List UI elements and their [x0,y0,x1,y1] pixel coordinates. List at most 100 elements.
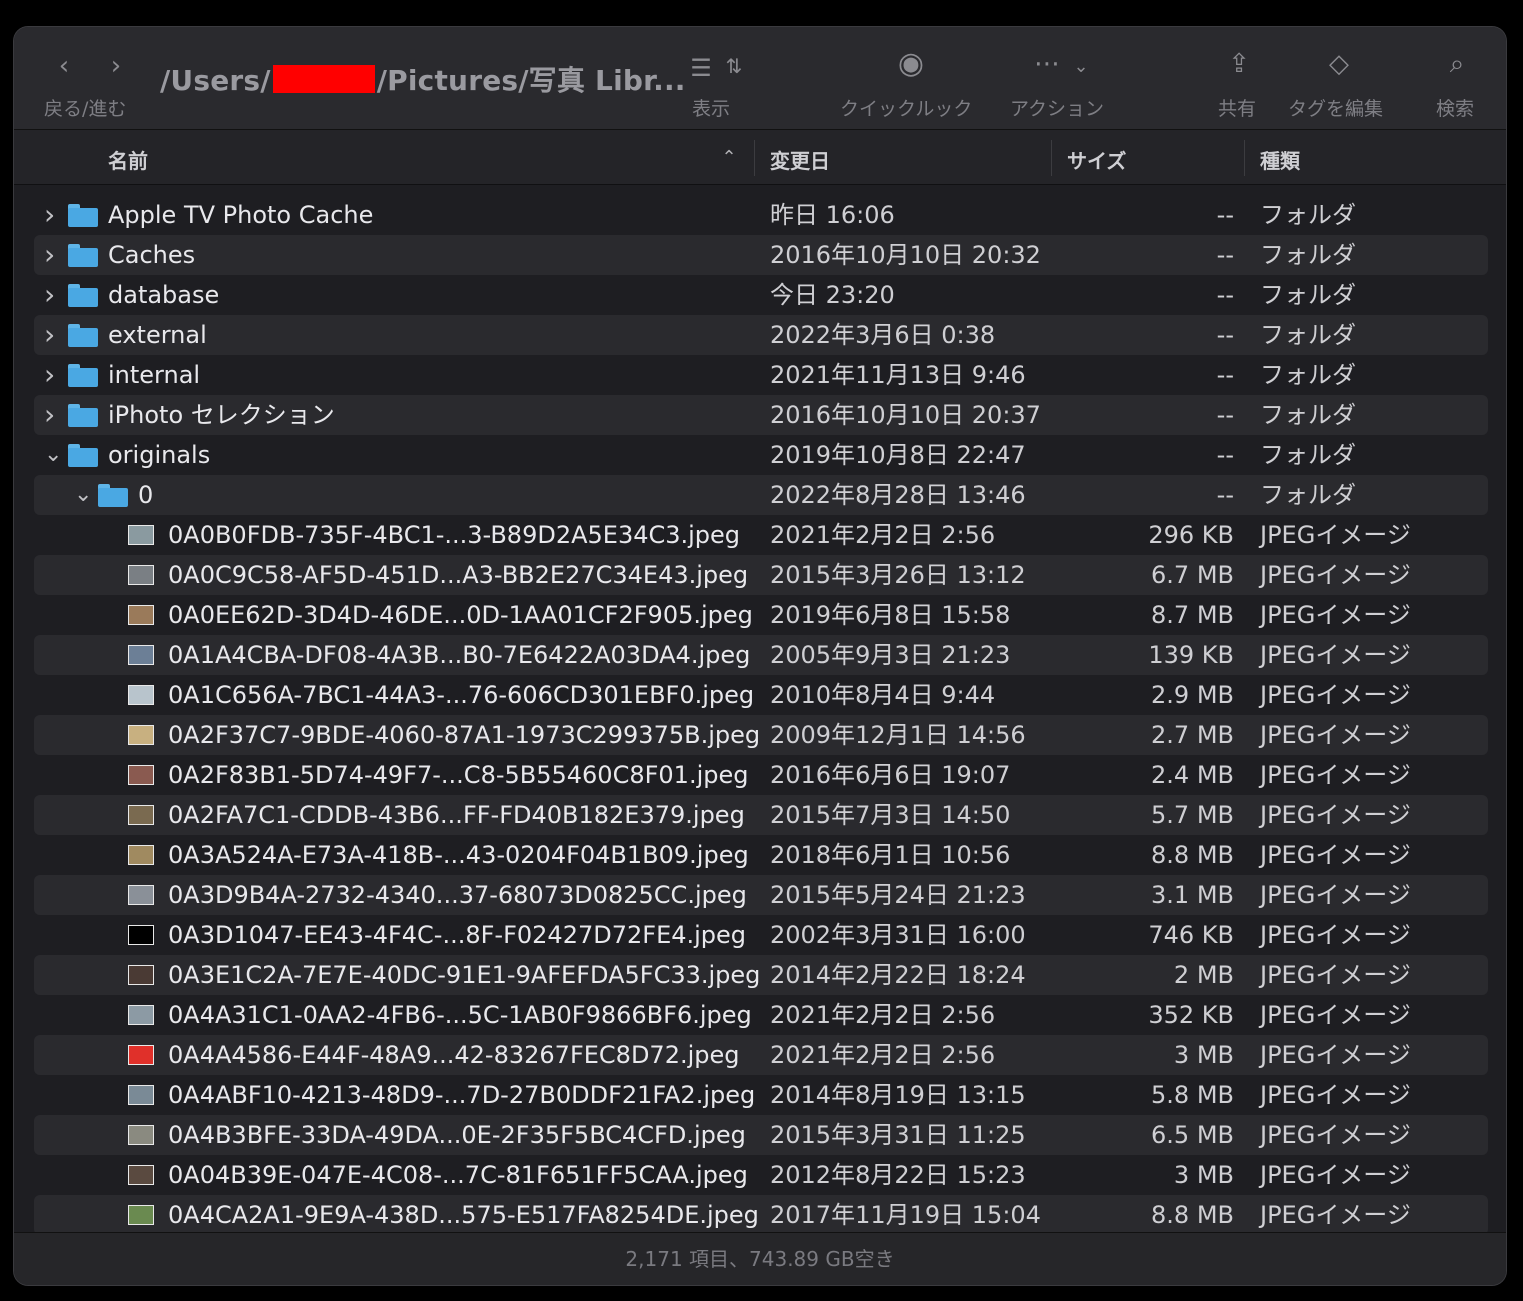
file-row[interactable]: 0A4A4586-E44F-48A9...42-83267FEC8D72.jpe… [34,1035,1488,1075]
item-name: 0A0EE62D-3D4D-46DE...0D-1AA01CF2F905.jpe… [168,601,753,629]
file-row[interactable]: 0A2FA7C1-CDDB-43B6...FF-FD40B182E379.jpe… [34,795,1488,835]
item-kind: JPEGイメージ [1260,681,1411,709]
search-icon[interactable]: ⌕ [1442,51,1472,77]
image-thumbnail-icon [128,605,154,625]
column-kind[interactable]: 種類 [1260,145,1300,174]
list-view-icon[interactable]: ☰ [684,55,718,81]
item-size: 3.1 MB [1151,881,1234,909]
file-row[interactable]: 0A3D9B4A-2732-4340...37-68073D0825CC.jpe… [34,875,1488,915]
folder-row[interactable]: › Caches 2016年10月10日 20:32 -- フォルダ [34,235,1488,275]
item-date: 2014年2月22日 18:24 [770,961,1026,989]
folder-icon [68,324,98,347]
item-name: 0A0C9C58-AF5D-451D...A3-BB2E27C34E43.jpe… [168,561,749,589]
file-row[interactable]: 0A4ABF10-4213-48D9-...7D-27B0DDF21FA2.jp… [34,1075,1488,1115]
file-row[interactable]: 0A3A524A-E73A-418B-...43-0204F04B1B09.jp… [34,835,1488,875]
item-kind: JPEGイメージ [1260,521,1411,549]
column-name[interactable]: 名前 [108,145,148,174]
file-row[interactable]: 0A04B39E-047E-4C08-...7C-81F651FF5CAA.jp… [34,1155,1488,1195]
disclosure-chevron-right-icon[interactable]: › [44,315,55,355]
file-row[interactable]: 0A1C656A-7BC1-44A3-...76-606CD301EBF0.jp… [34,675,1488,715]
item-name: 0A3E1C2A-7E7E-40DC-91E1-9AFEFDA5FC33.jpe… [168,961,761,989]
item-size: -- [1216,241,1234,269]
column-separator[interactable] [1051,140,1052,176]
item-size: -- [1216,281,1234,309]
item-date: 2021年11月13日 9:46 [770,361,1026,389]
item-date: 2021年2月2日 2:56 [770,1001,996,1029]
disclosure-chevron-right-icon[interactable]: › [44,395,55,435]
folder-row[interactable]: › Apple TV Photo Cache 昨日 16:06 -- フォルダ [34,195,1488,235]
sort-chevron-up-icon[interactable]: ⌃ [718,145,740,171]
item-size: -- [1216,321,1234,349]
path-suffix: /Pictures/写真 Libr... [376,64,686,97]
redaction-bar [272,65,375,93]
column-separator[interactable] [1244,140,1245,176]
item-kind: JPEGイメージ [1260,801,1411,829]
disclosure-chevron-right-icon[interactable]: › [44,275,55,315]
item-size: 746 KB [1148,921,1234,949]
forward-icon[interactable]: › [104,53,128,79]
file-row[interactable]: 0A0B0FDB-735F-4BC1-...3-B89D2A5E34C3.jpe… [34,515,1488,555]
image-thumbnail-icon [128,1125,154,1145]
folder-row[interactable]: › internal 2021年11月13日 9:46 -- フォルダ [34,355,1488,395]
disclosure-chevron-down-icon[interactable]: ⌄ [74,475,92,515]
file-row[interactable]: 0A4A31C1-0AA2-4FB6-...5C-1AB0F9866BF6.jp… [34,995,1488,1035]
item-size: -- [1216,441,1234,469]
item-size: 3 MB [1173,1041,1234,1069]
folder-icon [68,284,98,307]
item-kind: JPEGイメージ [1260,1121,1411,1149]
item-kind: JPEGイメージ [1260,1081,1411,1109]
disclosure-chevron-down-icon[interactable]: ⌄ [44,435,62,475]
tag-icon[interactable]: ◇ [1324,51,1354,77]
nav-label: 戻る/進む [44,98,127,120]
item-name: 0A2F83B1-5D74-49F7-...C8-5B55460C8F01.jp… [168,761,749,789]
file-row[interactable]: 0A3D1047-EE43-4F4C-...8F-F02427D72FE4.jp… [34,915,1488,955]
file-row[interactable]: 0A2F83B1-5D74-49F7-...C8-5B55460C8F01.jp… [34,755,1488,795]
item-date: 2018年6月1日 10:56 [770,841,1011,869]
item-size: -- [1216,401,1234,429]
back-icon[interactable]: ‹ [52,53,76,79]
item-name: 0A3D1047-EE43-4F4C-...8F-F02427D72FE4.jp… [168,921,747,949]
folder-row[interactable]: › iPhoto セレクション 2016年10月10日 20:37 -- フォルダ [34,395,1488,435]
file-row[interactable]: 0A0EE62D-3D4D-46DE...0D-1AA01CF2F905.jpe… [34,595,1488,635]
item-date: 2015年3月26日 13:12 [770,561,1026,589]
item-kind: JPEGイメージ [1260,961,1411,989]
item-size: 6.5 MB [1151,1121,1234,1149]
image-thumbnail-icon [128,1205,154,1225]
item-kind: フォルダ [1260,321,1356,349]
item-size: 8.8 MB [1151,841,1234,869]
item-date: 2021年2月2日 2:56 [770,521,996,549]
folder-row[interactable]: › database 今日 23:20 -- フォルダ [34,275,1488,315]
folder-row[interactable]: ⌄ originals 2019年10月8日 22:47 -- フォルダ [34,435,1488,475]
item-date: 昨日 16:06 [770,201,895,229]
file-row[interactable]: 0A2F37C7-9BDE-4060-87A1-1973C299375B.jpe… [34,715,1488,755]
disclosure-chevron-right-icon[interactable]: › [44,235,55,275]
column-size[interactable]: サイズ [1067,145,1126,174]
folder-row[interactable]: ⌄ 0 2022年8月28日 13:46 -- フォルダ [34,475,1488,515]
column-separator[interactable] [754,140,755,176]
action-ellipsis-icon[interactable]: ⋯ [1032,51,1062,77]
action-label: アクション [1010,98,1105,120]
action-chevron-down-icon[interactable]: ⌄ [1070,54,1092,80]
item-name: internal [108,361,201,389]
share-icon[interactable]: ⇪ [1224,51,1254,77]
eye-icon[interactable]: ◉ [888,49,934,79]
item-date: 2015年3月31日 11:25 [770,1121,1026,1149]
file-row[interactable]: 0A4B3BFE-33DA-49DA...0E-2F35F5BC4CFD.jpe… [34,1115,1488,1155]
file-row[interactable]: 0A3E1C2A-7E7E-40DC-91E1-9AFEFDA5FC33.jpe… [34,955,1488,995]
column-date[interactable]: 変更日 [770,145,830,174]
item-date: 2012年8月22日 15:23 [770,1161,1026,1189]
file-row[interactable]: 0A4CA2A1-9E9A-438D...575-E517FA8254DE.jp… [34,1195,1488,1235]
item-kind: JPEGイメージ [1260,1201,1411,1229]
folder-icon [68,364,98,387]
disclosure-chevron-right-icon[interactable]: › [44,355,55,395]
file-row[interactable]: 0A0C9C58-AF5D-451D...A3-BB2E27C34E43.jpe… [34,555,1488,595]
image-thumbnail-icon [128,685,154,705]
disclosure-chevron-right-icon[interactable]: › [44,195,55,235]
toolbar: ‹ › 戻る/進む /Users//Pictures/写真 Libr... ☰ … [14,27,1506,130]
item-size: -- [1216,361,1234,389]
item-date: 2019年10月8日 22:47 [770,441,1026,469]
item-size: 2 MB [1173,961,1234,989]
folder-row[interactable]: › external 2022年3月6日 0:38 -- フォルダ [34,315,1488,355]
file-row[interactable]: 0A1A4CBA-DF08-4A3B...B0-7E6422A03DA4.jpe… [34,635,1488,675]
view-chevron-icon[interactable]: ⇅ [722,53,746,79]
